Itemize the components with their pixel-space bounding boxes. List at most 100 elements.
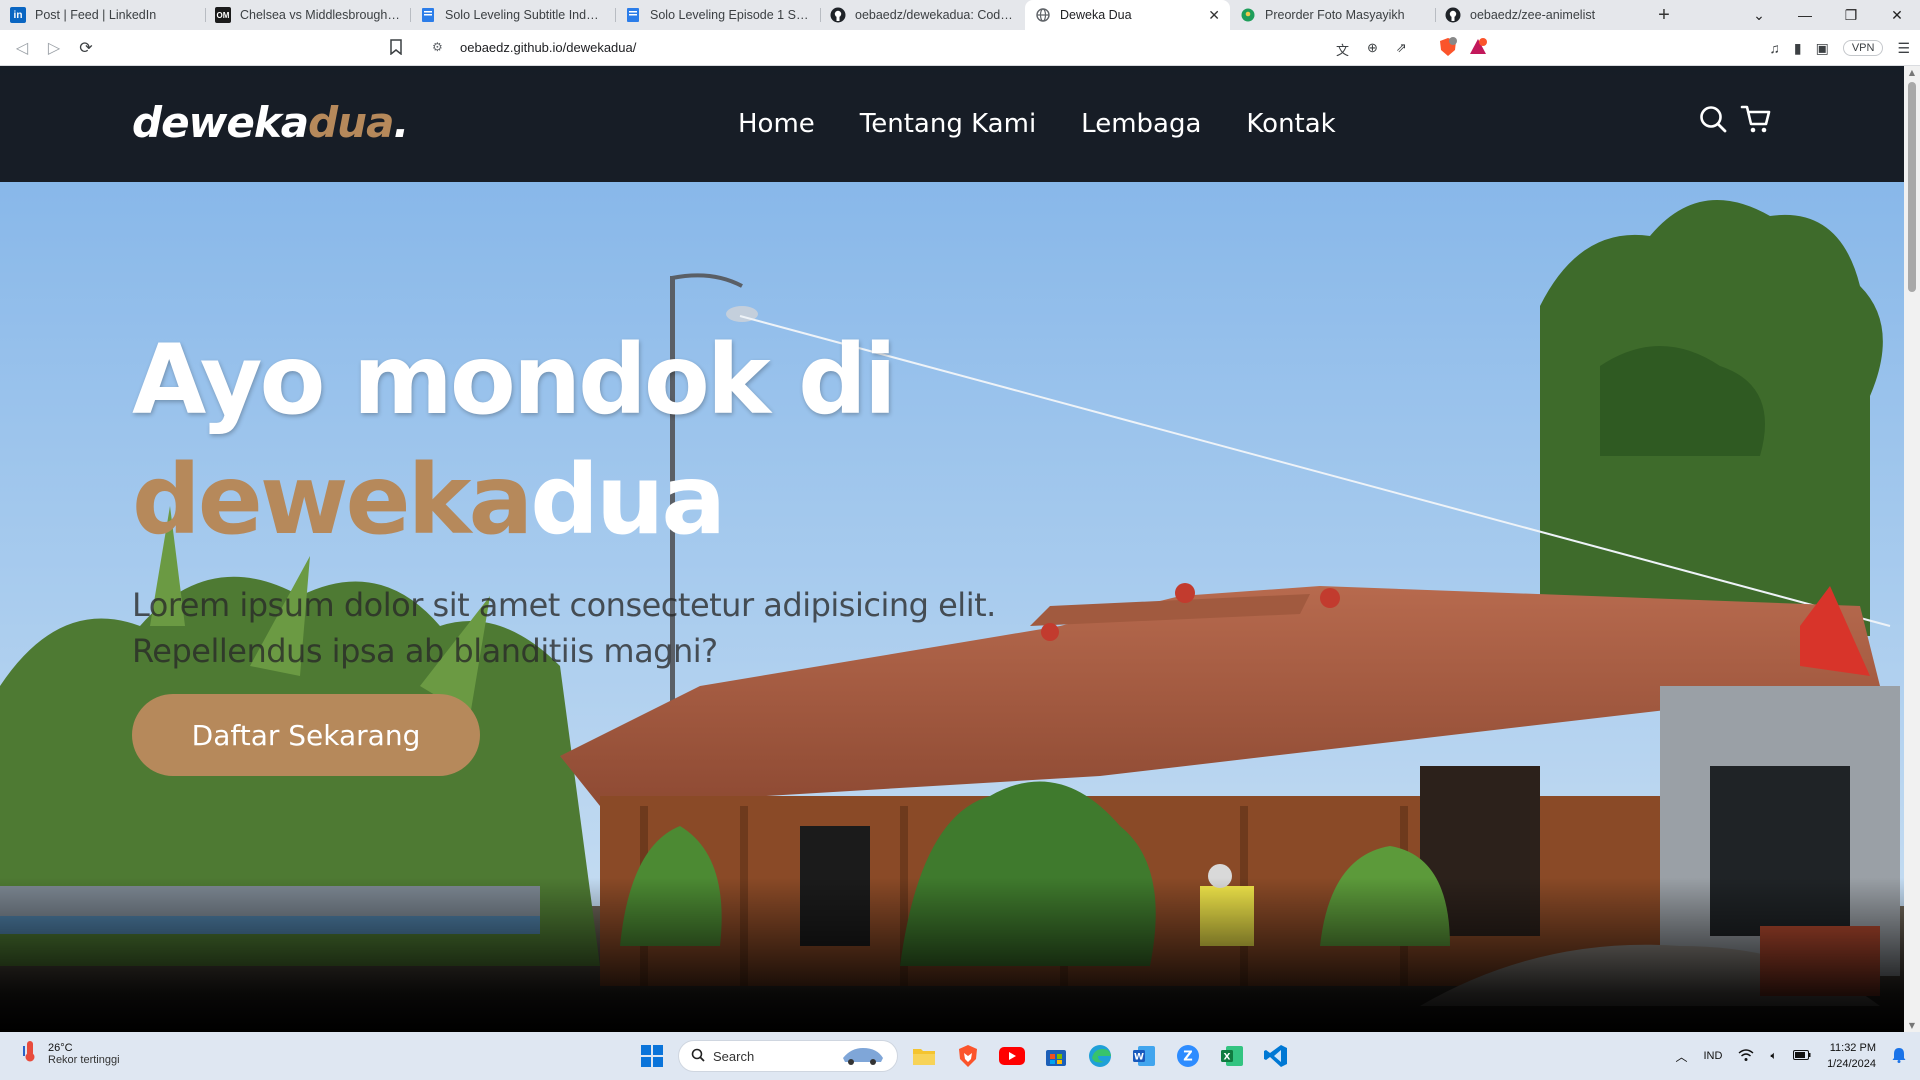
scrollbar-thumb[interactable] <box>1908 82 1916 292</box>
browser-tab-bar: in Post | Feed | LinkedIn OM Chelsea vs … <box>0 0 1920 30</box>
clock[interactable]: 11:32 PM 1/24/2024 <box>1827 1040 1876 1072</box>
nav-lembaga[interactable]: Lembaga <box>1081 109 1201 139</box>
system-tray: ︿ IND 🔈︎ 11:32 PM 1/24/2024 <box>1675 1032 1906 1080</box>
translate-icon[interactable]: 文 <box>1336 40 1349 59</box>
linkedin-icon: in <box>10 7 26 23</box>
wallet-icon[interactable]: ▣ <box>1816 40 1829 57</box>
share-icon[interactable]: ⇗ <box>1396 40 1407 59</box>
nav-kontak[interactable]: Kontak <box>1246 109 1335 139</box>
search-icon[interactable] <box>1698 104 1728 138</box>
volume-icon[interactable]: 🔈︎ <box>1770 1050 1777 1063</box>
doc-icon <box>420 7 436 23</box>
page-viewport: dewekadua. Home Tentang Kami Lembaga Kon… <box>0 66 1904 1032</box>
vpn-button[interactable]: VPN <box>1842 40 1884 56</box>
minimize-icon[interactable]: — <box>1782 7 1828 23</box>
close-tab-icon[interactable]: ✕ <box>1208 7 1220 24</box>
zoom-icon[interactable]: Z <box>1170 1038 1206 1074</box>
word-icon[interactable]: W <box>1126 1038 1162 1074</box>
om-icon: OM <box>215 7 231 23</box>
tab-preorder-foto[interactable]: Preorder Foto Masyayikh <box>1230 0 1435 30</box>
taskbar-apps: Search W Z X <box>634 1038 1294 1074</box>
nav-tentang-kami[interactable]: Tentang Kami <box>860 109 1036 139</box>
scroll-down-icon[interactable]: ▼ <box>1904 1021 1920 1030</box>
battery-icon[interactable] <box>1793 1049 1811 1063</box>
vscode-icon[interactable] <box>1258 1038 1294 1074</box>
notification-bell-icon[interactable] <box>1892 1047 1906 1066</box>
windows-taskbar: 26°C Rekor tertinggi Search W Z X ︿ IND … <box>0 1032 1920 1080</box>
tab-deweka-dua[interactable]: Deweka Dua ✕ <box>1025 0 1230 30</box>
tab-solo-leveling-subtitle[interactable]: Solo Leveling Subtitle Indonesia <box>410 0 615 30</box>
tab-title: Post | Feed | LinkedIn <box>35 8 157 22</box>
tab-github-dewekadua[interactable]: oebaedz/dewekadua: Code unt <box>820 0 1025 30</box>
reload-icon[interactable]: ⟳ <box>70 38 102 58</box>
scroll-up-icon[interactable]: ▲ <box>1904 68 1920 77</box>
tab-solo-leveling-episode[interactable]: Solo Leveling Episode 1 Subtitle <box>615 0 820 30</box>
weather-temp: 26°C <box>48 1041 73 1054</box>
media-icon[interactable]: ♫ <box>1769 40 1780 56</box>
tab-title: Deweka Dua <box>1060 8 1132 22</box>
tab-title: Chelsea vs Middlesbrough - Ou <box>240 8 400 22</box>
svg-text:W: W <box>1134 1053 1144 1063</box>
page-scrollbar[interactable]: ▲ ▼ <box>1904 66 1920 1032</box>
search-highlight-icon <box>839 1044 885 1069</box>
zoom-icon[interactable]: ⊕ <box>1367 40 1378 59</box>
tab-title: oebaedz/dewekadua: Code unt <box>855 8 1015 22</box>
site-info-icon[interactable]: ⚙ <box>432 40 443 54</box>
clock-date: 1/24/2024 <box>1827 1058 1876 1070</box>
url-field[interactable]: ⚙ oebaedz.github.io/dewekadua/ <box>382 34 1502 62</box>
forward-icon[interactable]: ▷ <box>38 38 70 58</box>
daftar-sekarang-button[interactable]: Daftar Sekarang <box>132 694 480 776</box>
tab-title: Solo Leveling Subtitle Indonesia <box>445 8 605 22</box>
window-controls: ⌄ — ❐ ✕ <box>1736 7 1920 24</box>
site-navbar: dewekadua. Home Tentang Kami Lembaga Kon… <box>0 66 1904 182</box>
tab-search-chevron-icon[interactable]: ⌄ <box>1736 7 1782 24</box>
nav-home[interactable]: Home <box>738 109 815 139</box>
logo-part-dua: dua <box>308 98 394 147</box>
brave-rewards-icon[interactable] <box>1468 37 1488 62</box>
tab-title: Solo Leveling Episode 1 Subtitle <box>650 8 810 22</box>
hero-section: dewekadua. Home Tentang Kami Lembaga Kon… <box>0 66 1904 1032</box>
weather-text: Rekor tertinggi <box>48 1053 120 1066</box>
logo-part-deweka: deweka <box>132 98 309 147</box>
edge-icon[interactable] <box>1082 1038 1118 1074</box>
sidebar-icon[interactable]: ▮ <box>1794 40 1802 57</box>
menu-icon[interactable]: ☰ <box>1897 40 1910 57</box>
main-nav: Home Tentang Kami Lembaga Kontak <box>738 66 1336 182</box>
excel-icon[interactable]: X <box>1214 1038 1250 1074</box>
close-window-icon[interactable]: ✕ <box>1874 7 1920 24</box>
hero-title-accent: deweka <box>132 444 533 556</box>
hero-title: Ayo mondok di dewekadua <box>132 320 897 560</box>
url-text: oebaedz.github.io/dewekadua/ <box>460 40 637 55</box>
taskbar-search[interactable]: Search <box>678 1040 898 1072</box>
thermometer-icon <box>22 1040 38 1067</box>
brave-shield-icon[interactable] <box>1438 37 1458 62</box>
cart-icon[interactable] <box>1740 104 1772 138</box>
search-placeholder: Search <box>713 1048 755 1064</box>
tab-chelsea[interactable]: OM Chelsea vs Middlesbrough - Ou <box>205 0 410 30</box>
file-explorer-icon[interactable] <box>906 1038 942 1074</box>
doc-icon <box>625 7 641 23</box>
brave-icon[interactable] <box>950 1038 986 1074</box>
store-icon[interactable] <box>1038 1038 1074 1074</box>
windows-start-icon[interactable] <box>634 1038 670 1074</box>
tab-title: oebaedz/zee-animelist <box>1470 8 1596 22</box>
search-icon <box>691 1048 705 1065</box>
new-tab-button[interactable]: + <box>1644 4 1684 27</box>
restore-icon[interactable]: ❐ <box>1828 7 1874 24</box>
youtube-icon[interactable] <box>994 1038 1030 1074</box>
svg-text:Z: Z <box>1183 1050 1192 1065</box>
wifi-icon[interactable] <box>1738 1048 1754 1065</box>
hero-title-line1: Ayo mondok di <box>132 324 897 436</box>
chevron-up-icon[interactable]: ︿ <box>1675 1048 1687 1065</box>
tab-linkedin[interactable]: in Post | Feed | LinkedIn <box>0 0 205 30</box>
weather-widget[interactable]: 26°C Rekor tertinggi <box>22 1040 120 1067</box>
back-icon[interactable]: ◁ <box>6 38 38 58</box>
site-logo[interactable]: dewekadua. <box>132 98 409 147</box>
tab-github-zee-animelist[interactable]: oebaedz/zee-animelist <box>1435 0 1640 30</box>
clock-time: 11:32 PM <box>1829 1042 1876 1054</box>
sheet-icon <box>1240 7 1256 23</box>
github-icon <box>1445 7 1461 23</box>
language-indicator[interactable]: IND <box>1704 1050 1723 1062</box>
bookmark-icon[interactable] <box>390 39 402 60</box>
logo-dot: . <box>393 98 409 147</box>
